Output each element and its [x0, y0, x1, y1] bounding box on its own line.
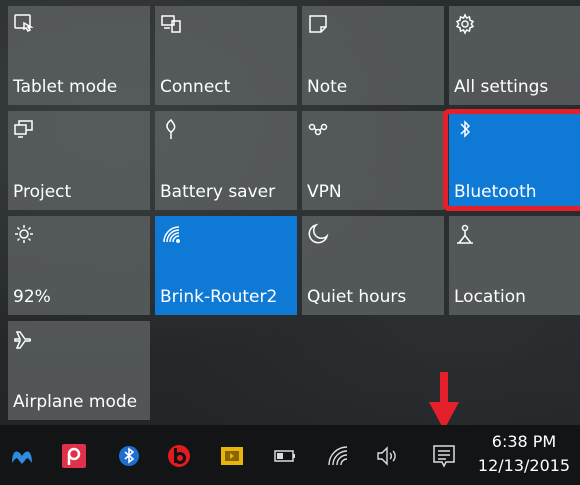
note-icon — [307, 13, 329, 35]
tile-quiet-hours[interactable]: Quiet hours — [302, 216, 444, 315]
tile-label: Bluetooth — [454, 182, 537, 202]
tile-label: Connect — [160, 77, 231, 97]
tile-label: Battery saver — [160, 182, 276, 202]
connect-icon — [160, 13, 182, 35]
tile-wifi[interactable]: Brink-Router2 — [155, 216, 297, 315]
clock-time: 6:38 PM — [491, 432, 557, 451]
tile-battery-saver[interactable]: Battery saver — [155, 111, 297, 210]
tile-label: Tablet mode — [13, 77, 118, 97]
wifi-icon — [160, 223, 182, 245]
airplane-icon — [13, 328, 35, 350]
gear-icon — [454, 13, 476, 35]
tile-vpn[interactable]: VPN — [302, 111, 444, 210]
volume-icon[interactable] — [374, 443, 400, 469]
tile-label: Location — [454, 287, 526, 307]
action-center-icon[interactable] — [431, 443, 457, 469]
tile-label: Project — [13, 182, 72, 202]
beats-icon[interactable] — [166, 443, 192, 469]
moon-icon — [307, 223, 329, 245]
tile-label: 92% — [13, 287, 51, 307]
wifi-tray-icon[interactable] — [325, 443, 351, 469]
malwarebytes-icon[interactable] — [9, 443, 35, 469]
bluetooth-tray-icon[interactable] — [116, 443, 142, 469]
tile-label: VPN — [307, 182, 342, 202]
tile-label: All settings — [454, 77, 549, 97]
tile-label: Note — [307, 77, 348, 97]
media-icon[interactable] — [219, 443, 245, 469]
project-icon — [13, 118, 35, 140]
tablet-mode-icon — [13, 13, 35, 35]
bluetooth-icon — [454, 118, 476, 140]
vpn-icon — [307, 118, 329, 140]
tile-note[interactable]: Note — [302, 6, 444, 105]
clock-date: 12/13/2015 — [477, 456, 571, 475]
tile-connect[interactable]: Connect — [155, 6, 297, 105]
tile-all-settings[interactable]: All settings — [449, 6, 580, 105]
tile-location[interactable]: Location — [449, 216, 580, 315]
brightness-icon — [13, 223, 35, 245]
tile-airplane-mode[interactable]: Airplane mode — [8, 321, 150, 420]
pocket-icon[interactable] — [61, 443, 87, 469]
battery-saver-icon — [160, 118, 182, 140]
location-icon — [454, 223, 476, 245]
tile-brightness[interactable]: 92% — [8, 216, 150, 315]
tile-label: Quiet hours — [307, 287, 407, 307]
tile-label: Airplane mode — [13, 392, 138, 412]
taskbar-clock[interactable]: 6:38 PM 12/13/2015 — [474, 430, 574, 478]
battery-icon[interactable] — [272, 443, 298, 469]
tile-tablet-mode[interactable]: Tablet mode — [8, 6, 150, 105]
annotation-arrow-icon — [429, 372, 459, 430]
tile-bluetooth[interactable]: Bluetooth — [449, 111, 580, 210]
tile-label: Brink-Router2 — [160, 287, 278, 307]
tile-project[interactable]: Project — [8, 111, 150, 210]
